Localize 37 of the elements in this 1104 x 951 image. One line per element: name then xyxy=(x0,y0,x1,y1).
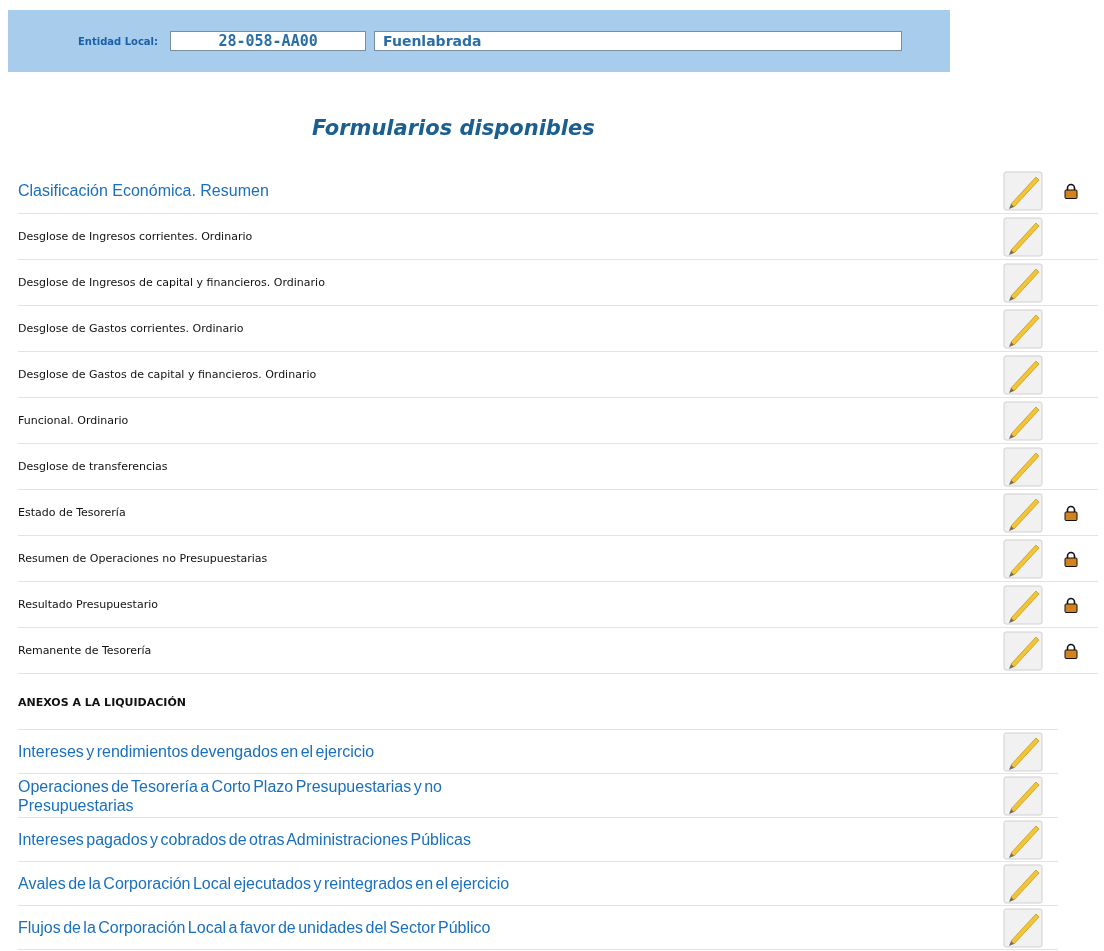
form-name: Remanente de Tesorería xyxy=(18,644,153,657)
form-link[interactable]: Clasificación Económica. Resumen xyxy=(18,181,1003,200)
form-name: Desglose de transferencias xyxy=(18,460,169,473)
pencil-icon[interactable] xyxy=(1003,584,1043,625)
form-name: Funcional. Ordinario xyxy=(18,414,130,427)
pencil-icon[interactable] xyxy=(1003,354,1043,395)
form-link[interactable]: Intereses pagados y cobrados de otras Administraciones Públicas xyxy=(18,830,1003,849)
pencil-icon[interactable] xyxy=(1003,819,1043,860)
entity-code-field: 28-058-AA00 xyxy=(170,31,367,51)
form-name: Estado de Tesorería xyxy=(18,506,127,519)
form-name: Desglose de Gastos de capital y financieros. Ordinario xyxy=(18,368,318,381)
pencil-icon[interactable] xyxy=(1003,538,1043,579)
pencil-icon[interactable] xyxy=(1003,262,1043,303)
pencil-icon[interactable] xyxy=(1003,863,1043,904)
entity-label: Entidad Local: xyxy=(78,35,159,47)
form-link[interactable]: Flujos de la Corporación Local a favor de unidades del Sector Público xyxy=(18,918,1003,937)
pencil-icon[interactable] xyxy=(1003,446,1043,487)
pencil-icon[interactable] xyxy=(1003,775,1043,816)
pencil-icon[interactable] xyxy=(1003,907,1043,948)
pencil-icon[interactable] xyxy=(1003,492,1043,533)
pencil-icon[interactable] xyxy=(1003,630,1043,671)
form-link[interactable]: Intereses y rendimientos devengados en el ejercicio xyxy=(18,742,1003,761)
pencil-icon[interactable] xyxy=(1003,308,1043,349)
section-heading: ANEXOS A LA LIQUIDACIÓN xyxy=(18,696,187,709)
page-title: Formularios disponibles xyxy=(311,116,596,140)
form-link[interactable]: Avales de la Corporación Local ejecutados y reintegrados en el ejercicio xyxy=(18,874,1003,893)
entity-name-field: Fuenlabrada xyxy=(374,31,903,51)
form-name: Desglose de Gastos corrientes. Ordinario xyxy=(18,322,245,335)
form-name: Desglose de Ingresos de capital y financieros. Ordinario xyxy=(18,276,326,289)
form-name: Resumen de Operaciones no Presupuestarias xyxy=(18,552,269,565)
form-name: Desglose de Ingresos corrientes. Ordinario xyxy=(18,230,254,243)
form-name: Resultado Presupuestario xyxy=(18,598,159,611)
pencil-icon[interactable] xyxy=(1003,731,1043,772)
pencil-icon[interactable] xyxy=(1003,400,1043,441)
pencil-icon[interactable] xyxy=(1003,170,1043,211)
form-link[interactable]: Operaciones de Tesorería a Corto Plazo Presupuestarias y no Presupuestarias xyxy=(18,776,1003,815)
pencil-icon[interactable] xyxy=(1003,216,1043,257)
